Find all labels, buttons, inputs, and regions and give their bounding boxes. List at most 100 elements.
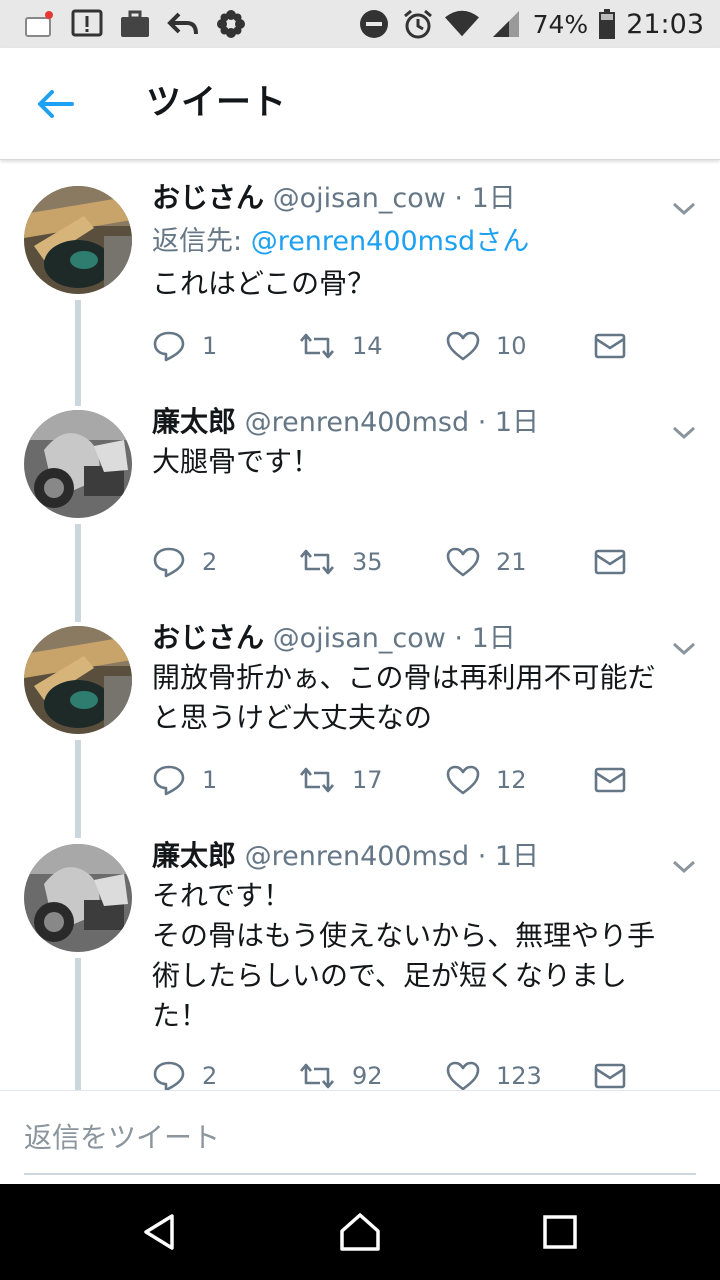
nav-home-button[interactable] (336, 1208, 384, 1256)
direct-message-button[interactable] (594, 760, 626, 800)
heart-icon (446, 1061, 480, 1090)
thread-connector (75, 300, 81, 406)
nav-back-button[interactable] (136, 1208, 184, 1256)
tweet-time: · 1日 (454, 183, 516, 214)
tweet-actions: 2 35 21 (152, 542, 652, 582)
thread-connector (75, 958, 81, 1090)
tweet-time: · 1日 (454, 623, 516, 654)
direct-message-button[interactable] (594, 1056, 626, 1090)
tweet-meta: おじさん @ojisan_cow · 1日 (152, 180, 692, 216)
tweet-meta: 廉太郎 @renren400msd · 1日 (152, 838, 692, 874)
tweet-meta: 廉太郎 @renren400msd · 1日 (152, 404, 692, 440)
retweet-icon (300, 333, 334, 359)
reply-count: 2 (202, 1062, 218, 1090)
tweet-actions: 1 14 10 (152, 326, 652, 366)
heart-icon (446, 547, 480, 577)
signal-icon (489, 7, 523, 41)
retweet-button[interactable]: 14 (298, 326, 383, 366)
triangle-back-icon (144, 1214, 174, 1250)
like-button[interactable]: 123 (446, 1056, 542, 1090)
avatar[interactable] (24, 186, 132, 294)
avatar[interactable] (24, 410, 132, 518)
author-name[interactable]: おじさん (152, 621, 264, 654)
retweet-count: 14 (352, 332, 383, 360)
like-button[interactable]: 10 (446, 326, 527, 366)
flower-icon (214, 7, 248, 41)
direct-message-button[interactable] (594, 542, 626, 582)
reply-button[interactable]: 1 (152, 326, 217, 366)
author-name[interactable]: おじさん (152, 181, 264, 214)
envelope-icon (594, 767, 626, 793)
author-name[interactable]: 廉太郎 (152, 839, 236, 872)
envelope-icon (594, 333, 626, 359)
back-button[interactable] (28, 78, 84, 130)
author-name[interactable]: 廉太郎 (152, 405, 236, 438)
like-button[interactable]: 12 (446, 760, 527, 800)
reply-composer: 返信をツイート (0, 1090, 720, 1184)
reply-count: 1 (202, 332, 218, 360)
battery-percent: 74% (532, 9, 589, 39)
tweet-meta: おじさん @ojisan_cow · 1日 (152, 620, 692, 656)
like-count: 123 (496, 1062, 542, 1090)
envelope-icon (594, 549, 626, 575)
reply-count: 1 (202, 766, 218, 794)
tweet-text: 開放骨折かぁ、この骨は再利用不可能だ と思うけど大丈夫なの (152, 661, 656, 734)
tweet-thread: おじさん @ojisan_cow · 1日 返信先: @renren400msd… (0, 162, 720, 1090)
wifi-icon (444, 7, 479, 41)
reply-icon (153, 547, 185, 578)
status-bar: 74% 21:03 (0, 0, 720, 48)
tweet-text: 大腿骨です！ (152, 445, 321, 478)
reply-count: 2 (202, 548, 218, 576)
retweet-icon (300, 549, 334, 575)
retweet-count: 17 (352, 766, 383, 794)
briefcase-icon (118, 7, 152, 41)
reply-button[interactable]: 1 (152, 760, 217, 800)
square-recents-icon (543, 1215, 577, 1249)
avatar[interactable] (24, 844, 132, 952)
reply-icon (153, 331, 185, 362)
author-handle[interactable]: @ojisan_cow (273, 183, 446, 214)
clock: 21:03 (626, 8, 704, 40)
reply-context: 返信先: @renren400msdさん (152, 222, 692, 262)
author-handle[interactable]: @renren400msd (245, 841, 470, 872)
battery-icon (598, 7, 616, 41)
chevron-down-icon[interactable] (670, 422, 698, 442)
like-count: 10 (496, 332, 527, 360)
retweet-button[interactable]: 35 (298, 542, 383, 582)
page-title: ツイート (146, 83, 287, 123)
reply-button[interactable]: 2 (152, 542, 217, 582)
tweet-time: · 1日 (477, 841, 540, 872)
nav-recents-button[interactable] (536, 1208, 584, 1256)
retweet-count: 35 (352, 548, 383, 576)
thread-connector (75, 524, 81, 622)
reply-icon (153, 1061, 185, 1090)
chevron-down-icon[interactable] (670, 856, 698, 876)
chevron-down-icon[interactable] (670, 638, 698, 658)
chevron-down-icon[interactable] (670, 198, 698, 218)
tweet-actions: 1 17 12 (152, 760, 652, 800)
back-arrow-icon (38, 90, 74, 118)
retweet-button[interactable]: 92 (298, 1056, 383, 1090)
do-not-disturb-icon (357, 7, 391, 41)
retweet-icon (300, 767, 334, 793)
app-notification-icon (22, 7, 56, 41)
reply-mention[interactable]: @renren400msdさん (251, 226, 530, 257)
like-count: 21 (496, 548, 527, 576)
heart-icon (446, 765, 480, 795)
tweet-time: · 1日 (477, 407, 540, 438)
envelope-icon (594, 1063, 626, 1089)
like-count: 12 (496, 766, 527, 794)
retweet-icon (300, 1063, 334, 1089)
author-handle[interactable]: @ojisan_cow (273, 623, 446, 654)
reply-icon (153, 765, 185, 796)
app-bar: ツイート (0, 48, 720, 160)
reply-arrow-icon (166, 7, 200, 41)
home-icon (340, 1213, 380, 1251)
reply-input[interactable]: 返信をツイート (24, 1091, 696, 1175)
author-handle[interactable]: @renren400msd (245, 407, 470, 438)
retweet-button[interactable]: 17 (298, 760, 383, 800)
direct-message-button[interactable] (594, 326, 626, 366)
avatar[interactable] (24, 626, 132, 734)
like-button[interactable]: 21 (446, 542, 527, 582)
reply-button[interactable]: 2 (152, 1056, 217, 1090)
